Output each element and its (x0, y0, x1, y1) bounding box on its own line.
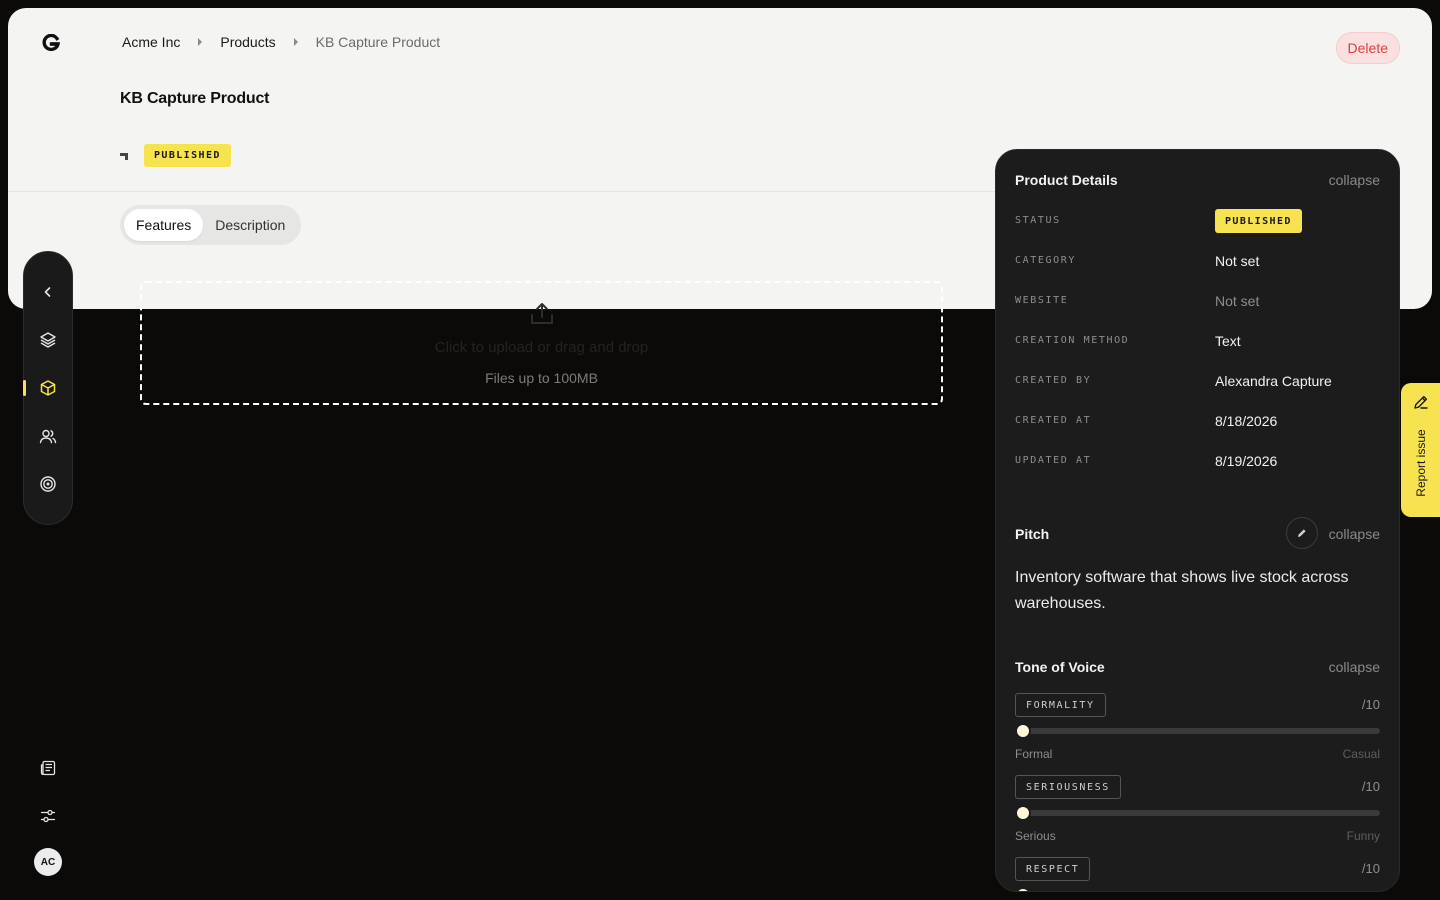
delete-button[interactable]: Delete (1335, 32, 1400, 64)
pitch-edit-button[interactable] (1286, 517, 1318, 549)
category-label: CATEGORY (1015, 255, 1076, 266)
sliders-icon (40, 809, 56, 823)
status-value-badge: PUBLISHED (1215, 209, 1302, 233)
target-icon (40, 476, 56, 492)
chevron-left-icon (44, 287, 51, 297)
creation-method-value: Text (1215, 333, 1241, 349)
breadcrumb-acme-inc[interactable]: Acme Inc (122, 34, 180, 50)
breadcrumb-current: KB Capture Product (315, 34, 441, 50)
upload-title: Click to upload or drag and drop (434, 339, 649, 356)
user-avatar[interactable]: AC (34, 848, 62, 876)
status-badge: PUBLISHED (144, 144, 231, 167)
breadcrumb-separator-icon (198, 38, 203, 46)
seriousness-min-label: Serious (1015, 829, 1056, 843)
updated-at-value: 8/19/2026 (1215, 453, 1278, 469)
users-icon (39, 429, 57, 444)
report-issue-tab[interactable]: Report issue (1401, 383, 1440, 517)
docs-button[interactable] (28, 748, 68, 788)
formality-chip: FORMALITY (1015, 693, 1106, 717)
pitch-collapse[interactable]: collapse (1329, 526, 1380, 542)
tone-of-voice-collapse[interactable]: collapse (1329, 659, 1380, 675)
app-logo-icon[interactable] (42, 34, 60, 52)
website-value: Not set (1215, 293, 1260, 309)
formality-min-label: Formal (1015, 747, 1053, 761)
product-details-collapse[interactable]: collapse (1329, 172, 1380, 188)
sidebar-item-products[interactable] (24, 368, 72, 408)
created-by-value: Alexandra Capture (1215, 373, 1332, 389)
file-upload-dropzone[interactable]: Click to upload or drag and drop Files u… (140, 281, 943, 405)
creation-method-label: CREATION METHOD (1015, 335, 1130, 346)
sidebar-item-targets[interactable] (24, 464, 72, 504)
created-at-label: CREATED AT (1015, 415, 1092, 426)
created-at-value: 8/18/2026 (1215, 413, 1278, 429)
page-title: KB Capture Product (120, 90, 270, 107)
sidebar-item-users[interactable] (24, 416, 72, 456)
settings-button[interactable] (28, 796, 68, 836)
report-issue-label: Report issue (1414, 429, 1428, 497)
status-flag-icon (120, 153, 128, 160)
respect-chip: RESPECT (1015, 857, 1091, 881)
tab-description[interactable]: Description (203, 209, 297, 241)
seriousness-slider-thumb[interactable] (1015, 805, 1031, 821)
upload-subtitle: Files up to 100MB (485, 370, 598, 386)
floating-sidebar (23, 251, 73, 525)
pitch-title: Pitch (1015, 526, 1050, 542)
seriousness-slider[interactable] (1015, 805, 1380, 821)
pencil-icon (1298, 529, 1306, 537)
upload-icon (531, 303, 553, 324)
website-label: WEBSITE (1015, 295, 1069, 306)
breadcrumb-products[interactable]: Products (220, 34, 275, 50)
sidebar-collapse-button[interactable] (24, 272, 72, 312)
updated-at-label: UPDATED AT (1015, 455, 1092, 466)
pencil-icon (1414, 395, 1428, 409)
sidebar-item-layers[interactable] (24, 320, 72, 360)
breadcrumb-separator-icon (293, 38, 298, 46)
pitch-text: Inventory software that shows live stock… (1015, 569, 1349, 612)
respect-slider-thumb[interactable] (1015, 887, 1031, 891)
layers-icon (40, 332, 56, 348)
breadcrumb: Acme Inc Products KB Capture Product (122, 34, 440, 50)
seriousness-chip: SERIOUSNESS (1015, 775, 1121, 799)
box-icon (40, 380, 56, 396)
tone-of-voice-title: Tone of Voice (1015, 659, 1105, 675)
respect-max: /10 (1361, 861, 1380, 876)
header-divider (8, 191, 1008, 192)
product-details-panel: Product Details collapse STATUS PUBLISHE… (995, 149, 1400, 892)
product-details-title: Product Details (1015, 172, 1118, 188)
tab-features[interactable]: Features (124, 209, 204, 241)
seriousness-max: /10 (1361, 779, 1380, 794)
tab-bar: Features Description (120, 205, 302, 245)
category-value: Not set (1215, 253, 1260, 269)
formality-max-label: Casual (1342, 747, 1380, 761)
formality-slider-thumb[interactable] (1015, 723, 1031, 739)
created-by-label: CREATED BY (1015, 375, 1092, 386)
formality-slider[interactable] (1015, 723, 1380, 739)
status-label: STATUS (1015, 215, 1061, 226)
newspaper-icon (40, 760, 56, 776)
seriousness-max-label: Funny (1346, 829, 1380, 843)
formality-max: /10 (1361, 697, 1380, 712)
